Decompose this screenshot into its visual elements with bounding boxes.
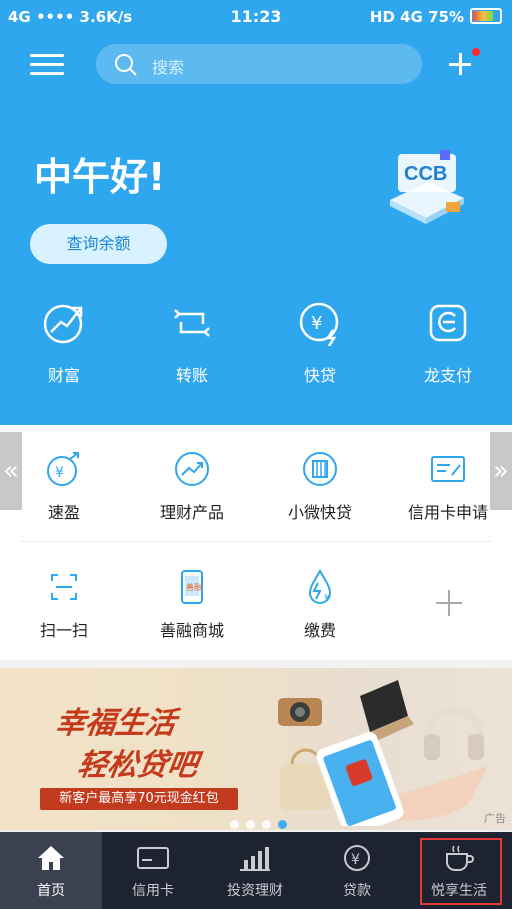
service-wealth-products[interactable]: 理财产品 [128, 449, 256, 549]
greeting-text: 中午好! [34, 155, 166, 199]
tab-lifestyle-highlight [420, 838, 502, 905]
status-bar: 4G •••• 3.6K/s 11:23 HD 4G 75% [0, 0, 512, 34]
action-long-pay-label: 龙支付 [423, 366, 472, 385]
service-mall[interactable]: 善融 善融商城 [128, 567, 256, 667]
action-quick-loan[interactable]: ¥ 快贷 [270, 300, 370, 400]
payment-drop-icon: ¥ [308, 569, 332, 604]
service-micro-loan-label: 小微快贷 [287, 503, 352, 522]
search-row: 搜索 [0, 40, 512, 90]
main-actions: 财富 转账 ¥ 快贷 龙支付 [0, 300, 512, 400]
svg-text:¥: ¥ [324, 593, 330, 604]
promo-banner[interactable]: 幸福生活 轻松贷吧 新客户最高享70元现金红包 广告 [0, 668, 512, 830]
home-icon [38, 846, 64, 870]
svg-text:¥: ¥ [55, 465, 64, 481]
service-mall-label: 善融商城 [159, 621, 224, 640]
wealth-icon [43, 304, 83, 344]
tab-home-label: 首页 [37, 883, 65, 899]
svg-text:善融: 善融 [186, 582, 202, 592]
search-icon [115, 54, 137, 76]
notification-dot [472, 48, 480, 56]
trend-icon [175, 452, 209, 486]
tab-investment-label: 投资理财 [227, 883, 283, 899]
tab-credit-card-label: 信用卡 [132, 883, 174, 899]
menu-icon[interactable] [30, 52, 66, 78]
card-form-icon [431, 456, 465, 482]
battery-icon [470, 8, 502, 24]
tab-loan-label: 贷款 [343, 883, 371, 899]
banner-title-line2: 轻松贷吧 [75, 748, 200, 783]
search-placeholder: 搜索 [152, 58, 185, 77]
banner-dot[interactable] [246, 820, 255, 829]
building-icon [303, 452, 337, 486]
banner-pagination [230, 814, 294, 833]
add-icon[interactable] [446, 50, 476, 80]
search-bar[interactable]: 搜索 [96, 44, 422, 84]
banner-dot-active[interactable] [278, 820, 287, 829]
mall-icon: 善融 [181, 570, 203, 604]
ccb-badge-text: CCB [404, 163, 447, 185]
system-status: HD 4G 75% [370, 8, 502, 26]
yuan-circle-icon: ¥ [344, 845, 370, 871]
grid-divider [20, 541, 492, 542]
action-quick-loan-label: 快贷 [303, 366, 336, 385]
svg-text:¥: ¥ [311, 313, 322, 334]
yuan-growth-icon: ¥ [47, 452, 79, 486]
service-payment[interactable]: ¥ 缴费 [256, 567, 384, 667]
tab-investment[interactable]: 投资理财 [204, 832, 306, 909]
long-pay-icon [429, 304, 467, 342]
service-wealth-products-label: 理财产品 [159, 503, 224, 522]
service-grid: ¥ 速盈 理财产品 小微快贷 信用卡申请 扫一扫 善融 善融商城 ¥ 缴费 [0, 425, 512, 660]
tab-home[interactable]: 首页 [0, 832, 102, 909]
service-scan[interactable]: 扫一扫 [0, 567, 128, 667]
banner-dot[interactable] [262, 820, 271, 829]
action-transfer-label: 转账 [175, 366, 208, 385]
ccb-badge-icon[interactable]: CCB [380, 146, 472, 226]
banner-products-illustration [278, 680, 488, 826]
svg-text:¥: ¥ [351, 852, 360, 868]
action-long-pay[interactable]: 龙支付 [398, 300, 498, 400]
service-scan-label: 扫一扫 [39, 621, 88, 640]
bar-chart-icon [240, 847, 270, 871]
system-status-text: HD 4G 75% [369, 8, 464, 26]
tab-loan[interactable]: ¥ 贷款 [306, 832, 408, 909]
action-wealth-label: 财富 [47, 366, 80, 385]
transfer-icon [174, 309, 210, 337]
ad-label: 广告 [484, 812, 506, 825]
add-service-icon[interactable] [436, 590, 462, 616]
scan-icon [51, 574, 77, 600]
banner-title-line1: 幸福生活 [53, 706, 178, 741]
service-micro-loan[interactable]: 小微快贷 [256, 449, 384, 549]
service-payment-label: 缴费 [303, 621, 336, 640]
quick-loan-icon: ¥ [299, 302, 339, 346]
scroll-left-icon[interactable]: « [0, 432, 22, 510]
balance-button[interactable]: 查询余额 [30, 224, 167, 264]
scroll-right-icon[interactable]: » [490, 432, 512, 510]
credit-card-icon [137, 847, 169, 869]
banner-dot[interactable] [230, 820, 239, 829]
banner-subtitle: 新客户最高享70元现金红包 [40, 788, 238, 810]
action-transfer[interactable]: 转账 [142, 300, 242, 400]
action-wealth[interactable]: 财富 [14, 300, 114, 400]
tab-credit-card[interactable]: 信用卡 [102, 832, 204, 909]
